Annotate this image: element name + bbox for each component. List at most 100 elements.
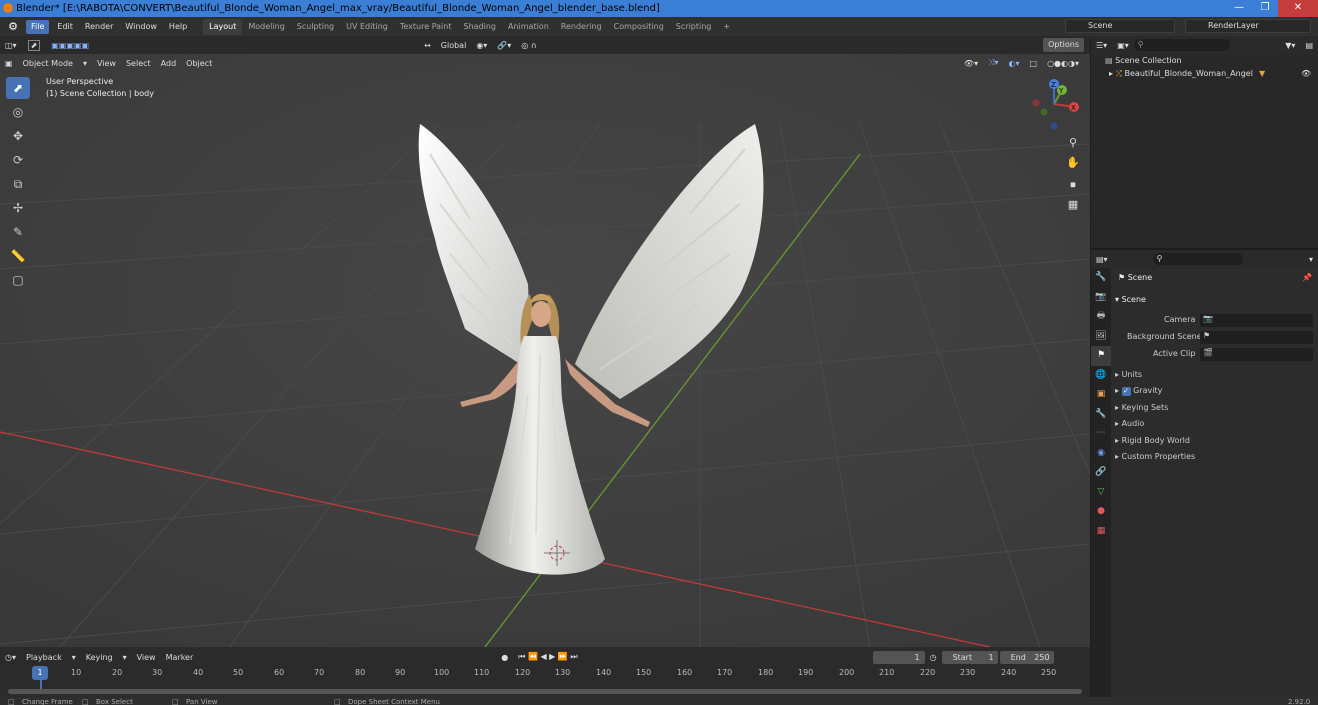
tab-uv-editing[interactable]: UV Editing [340, 17, 394, 37]
output-tab-icon[interactable]: 🖶 [1091, 307, 1111, 327]
outliner-editor-icon[interactable]: ☰▾ [1091, 41, 1112, 50]
view-layer-tab-icon[interactable]: 🖼 [1091, 327, 1111, 347]
timeline-scrollbar[interactable] [8, 689, 1082, 694]
tab-shading[interactable]: Shading [457, 17, 502, 37]
maximize-button[interactable]: ❐ [1252, 0, 1278, 17]
outliner-root-row[interactable]: ▤ Scene Collection [1105, 56, 1182, 65]
transform-orientation[interactable]: Global [436, 41, 472, 50]
annotate-tool-icon[interactable]: ✎ [6, 221, 30, 243]
gizmo-toggle-icon[interactable]: ⤨▾ [983, 58, 1003, 68]
menu-file[interactable]: File [26, 20, 50, 34]
viewport-3d[interactable]: X Y Z [0, 54, 1090, 647]
pan-hand-icon[interactable]: ✋ [1063, 154, 1083, 172]
render-tab-icon[interactable]: 📷 [1091, 288, 1111, 308]
timeline-editor-icon[interactable]: ◷▾ [0, 653, 21, 662]
scene-tab-icon[interactable]: ⚑ [1091, 346, 1111, 366]
tab-sculpting[interactable]: Sculpting [291, 17, 340, 37]
filter-icon[interactable]: ▼▾ [1280, 41, 1300, 50]
units-panel[interactable]: ▸ Units [1115, 370, 1142, 379]
gravity-checkbox[interactable]: ✓ [1121, 387, 1131, 396]
object-mode-dropdown[interactable]: Object Mode [18, 59, 78, 68]
options-button[interactable]: Options [1043, 38, 1084, 52]
playhead-frame-label[interactable]: 1 [32, 666, 48, 680]
rotate-tool-icon[interactable]: ⟳ [6, 149, 30, 171]
custom-properties-panel[interactable]: ▸ Custom Properties [1115, 452, 1195, 461]
current-frame-field[interactable]: 1 [872, 650, 925, 664]
overlay-toggle-icon[interactable]: ◐▾ [1004, 59, 1025, 68]
menu-object[interactable]: Object [181, 59, 217, 68]
tab-animation[interactable]: Animation [502, 17, 555, 37]
menu-timeline-view[interactable]: View [132, 653, 161, 662]
menu-render[interactable]: Render [79, 17, 119, 37]
keying-sets-panel[interactable]: ▸ Keying Sets [1115, 403, 1168, 412]
world-tab-icon[interactable]: 🌐 [1091, 366, 1111, 386]
properties-search-input[interactable]: ⚲ [1152, 253, 1243, 265]
constraints-tab-icon[interactable]: 🔗 [1091, 463, 1111, 483]
tab-modeling[interactable]: Modeling [242, 17, 290, 37]
editor-type-icon[interactable]: ◫▾ [0, 41, 22, 50]
scene-selector[interactable]: Scene [1065, 19, 1175, 33]
cursor-tool-icon[interactable]: ◎ [6, 101, 30, 123]
rigid-body-world-panel[interactable]: ▸ Rigid Body World [1115, 436, 1190, 445]
new-collection-icon[interactable]: ▤ [1300, 41, 1318, 50]
tab-layout[interactable]: Layout [203, 19, 243, 35]
particles-tab-icon[interactable]: ⋯ [1091, 424, 1111, 444]
menu-keying[interactable]: Keying [81, 653, 118, 662]
menu-edit[interactable]: Edit [51, 17, 79, 37]
physics-tab-icon[interactable]: ◉ [1091, 444, 1111, 464]
view-layer-selector[interactable]: RenderLayer [1185, 19, 1311, 33]
add-cube-tool-icon[interactable]: ▢ [6, 269, 30, 291]
start-frame-field[interactable]: Start 1 [941, 650, 998, 664]
camera-view-icon[interactable]: ⏹ [1063, 176, 1083, 194]
snap-icon[interactable]: 🔗▾ [492, 41, 516, 50]
gravity-panel[interactable]: ▸ ✓ Gravity [1115, 386, 1162, 396]
tab-texture-paint[interactable]: Texture Paint [394, 17, 458, 37]
menu-window[interactable]: Window [119, 17, 163, 37]
menu-marker[interactable]: Marker [161, 653, 199, 662]
minimize-button[interactable]: — [1226, 0, 1252, 17]
menu-playback[interactable]: Playback [21, 653, 67, 662]
move-tool-icon[interactable]: ✥ [6, 125, 30, 147]
menu-select[interactable]: Select [121, 59, 156, 68]
background-scene-field[interactable]: ⚑ [1200, 331, 1313, 344]
add-workspace-icon[interactable]: + [717, 17, 736, 37]
menu-add[interactable]: Add [156, 59, 182, 68]
audio-panel[interactable]: ▸ Audio [1115, 419, 1144, 428]
clock-icon[interactable]: ◷ [925, 653, 942, 662]
eye-icon[interactable]: 👁 [1301, 69, 1311, 78]
scale-tool-icon[interactable]: ⧉ [6, 173, 30, 195]
end-frame-field[interactable]: End 250 [999, 650, 1054, 664]
tool-tab-icon[interactable]: 🔧 [1091, 268, 1111, 288]
properties-editor-icon[interactable]: ▤▾ [1091, 255, 1113, 264]
pivot-icon[interactable]: ◉▾ [471, 41, 492, 50]
timeline-ruler[interactable]: 1 10 20 30 40 50 60 70 80 90 100 110 120… [0, 666, 1090, 684]
proportional-edit-icon[interactable]: ◎ ∩ [516, 41, 541, 50]
menu-help[interactable]: Help [163, 17, 193, 37]
select-tool-icon[interactable]: ⬈ [27, 39, 41, 51]
visibility-icon[interactable]: 👁▾ [959, 59, 983, 68]
active-clip-field[interactable]: 🎬 [1200, 348, 1313, 361]
select-box-tool-icon[interactable]: ⬈ [6, 77, 30, 99]
transform-tool-icon[interactable]: ✢ [6, 197, 30, 219]
scene-section-header[interactable]: ▾ Scene [1115, 295, 1146, 304]
menu-view[interactable]: View [92, 59, 121, 68]
blender-logo-icon[interactable]: ⚙ [5, 19, 21, 35]
record-icon[interactable]: ● [496, 653, 513, 662]
outliner-object-row[interactable]: ▸ ⤮ Beautiful_Blonde_Woman_Angel ▼ 👁 [1105, 69, 1318, 79]
pin-icon[interactable]: 📌 [1302, 273, 1312, 282]
measure-tool-icon[interactable]: 📏 [6, 245, 30, 267]
tab-compositing[interactable]: Compositing [608, 17, 670, 37]
xray-icon[interactable]: □ [1025, 59, 1043, 68]
expand-arrow-icon[interactable]: ▸ [1109, 69, 1113, 78]
close-button[interactable]: ✕ [1278, 0, 1318, 17]
modifier-tab-icon[interactable]: 🔧 [1091, 405, 1111, 425]
chevron-down-icon[interactable]: ▾ [1304, 255, 1318, 264]
camera-field[interactable]: 📷 [1200, 314, 1313, 327]
zoom-icon[interactable]: ⚲ [1063, 134, 1083, 152]
tab-rendering[interactable]: Rendering [555, 17, 608, 37]
tab-scripting[interactable]: Scripting [670, 17, 718, 37]
texture-tab-icon[interactable]: ▦ [1091, 522, 1111, 542]
object-tab-icon[interactable]: ▣ [1091, 385, 1111, 405]
data-tab-icon[interactable]: ▽ [1091, 483, 1111, 503]
material-tab-icon[interactable]: ● [1091, 502, 1111, 522]
